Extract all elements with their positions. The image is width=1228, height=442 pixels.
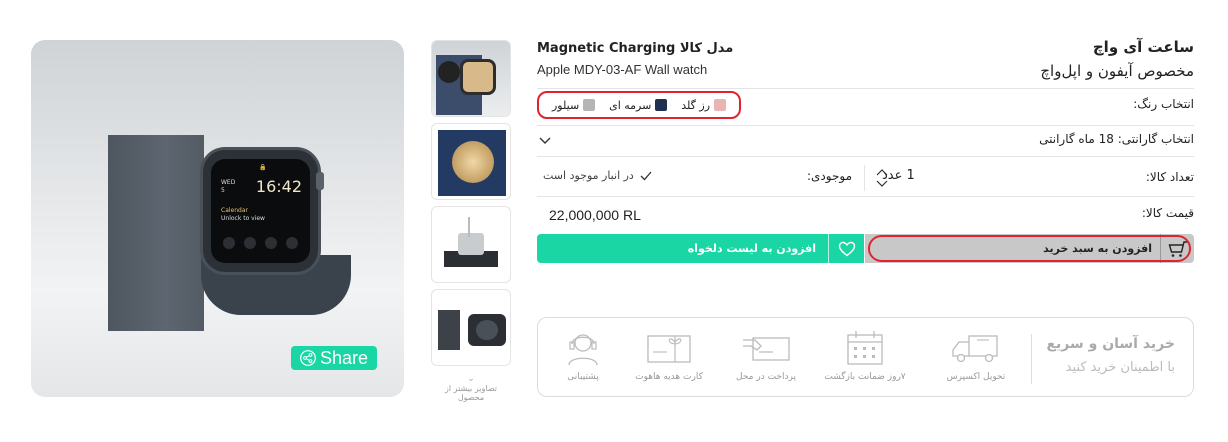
divider — [864, 165, 865, 191]
product-title: ساعت آی واچ — [1092, 38, 1194, 56]
warranty-value: 18 ماه گارانتی — [1039, 132, 1114, 146]
support-icon — [568, 334, 598, 366]
gift-card-icon — [647, 335, 691, 363]
color-option-navy[interactable]: سرمه ای — [609, 98, 668, 112]
feature-express-delivery: تحویل اکسپرس — [931, 330, 1021, 382]
watch-date-text: 5 — [221, 187, 225, 194]
thumbnail-1[interactable] — [431, 40, 511, 117]
chevron-down-icon[interactable] — [539, 137, 551, 145]
price-value: 22,000,000 RL — [549, 207, 641, 223]
color-option-label: سیلور — [551, 98, 580, 112]
share-label: Share — [319, 347, 369, 368]
charging-dock — [108, 135, 204, 331]
color-option-rose-gold[interactable]: رز گلد — [681, 98, 727, 112]
check-icon — [640, 171, 652, 180]
add-to-cart-button[interactable]: افزودن به سبد خرید — [865, 234, 1194, 263]
color-label: انتخاب رنگ: — [1133, 97, 1194, 111]
truck-icon — [952, 335, 998, 363]
watch-time: 16:42 — [255, 177, 302, 196]
cart-icon — [1160, 234, 1194, 263]
card-payment-icon — [743, 337, 790, 361]
color-swatch — [714, 99, 727, 111]
feature-gift-card: کارت هدیه هاهوت — [624, 330, 714, 382]
chevron-down-icon: ⌄ — [467, 374, 475, 384]
color-option-label: رز گلد — [681, 98, 711, 112]
share-icon — [300, 350, 316, 366]
feature-return-guarantee: ۷روز ضمانت بازگشت — [820, 330, 910, 382]
feature-label: ۷روز ضمانت بازگشت — [824, 372, 906, 382]
color-selector: رز گلد سرمه ای سیلور — [537, 91, 741, 119]
stock-status: در انبار موجود است — [543, 169, 652, 182]
watch-date: WED 5 — [221, 179, 235, 195]
divider — [1031, 334, 1032, 384]
features-heading: خرید آسان و سریع — [1046, 336, 1175, 352]
lock-icon: 🔒 — [259, 164, 267, 171]
feature-label: کارت هدیه هاهوت — [635, 372, 703, 382]
thumbnail-4[interactable] — [431, 289, 511, 366]
model-value: Apple MDY-03-AF Wall watch — [537, 62, 708, 77]
thumbnail-3[interactable] — [431, 206, 511, 283]
watch-screen: 🔒 WED 5 16:42 Calendar Unlock to view — [211, 159, 310, 263]
add-to-wishlist-label: افزودن به لیست دلخواه — [687, 242, 816, 255]
watch-body: 🔒 WED 5 16:42 Calendar Unlock to view — [203, 150, 318, 272]
more-images-label: تصاویر بیشتر از محصول — [445, 384, 497, 402]
feature-support: پشتیبانی — [538, 330, 628, 382]
model-label: مدل کالا Magnetic Charging — [537, 41, 734, 56]
features-subheading: با اطمینان خرید کنید — [1065, 360, 1175, 375]
feature-cash-on-delivery: پرداخت در محل — [721, 330, 811, 382]
divider — [537, 156, 1194, 157]
quantity-label: تعداد کالا: — [1145, 170, 1194, 184]
stock-label: موجودی: — [807, 169, 853, 183]
price-label: قیمت کالا: — [1141, 206, 1194, 220]
watch-calendar-complication: Calendar Unlock to view — [221, 207, 265, 223]
heart-icon — [828, 234, 864, 263]
thumbnail-2[interactable] — [431, 123, 511, 200]
divider — [537, 125, 1194, 126]
features-box: خرید آسان و سریع با اطمینان خرید کنید تح… — [537, 317, 1194, 397]
watch-calendar-text: Unlock to view — [221, 215, 265, 222]
watch-complications — [223, 237, 298, 251]
watch-day-text: WED — [221, 179, 236, 186]
divider — [537, 196, 1194, 197]
share-button[interactable]: Share — [291, 346, 377, 370]
feature-label: پرداخت در محل — [736, 372, 796, 382]
main-product-image[interactable]: 🔒 WED 5 16:42 Calendar Unlock to view Sh… — [31, 40, 404, 397]
color-option-label: سرمه ای — [609, 98, 652, 112]
color-swatch — [583, 99, 596, 111]
divider — [537, 88, 1194, 89]
feature-label: پشتیبانی — [567, 372, 599, 382]
color-swatch — [655, 99, 668, 111]
add-to-wishlist-button[interactable]: افزودن به لیست دلخواه — [537, 234, 864, 263]
calendar-icon — [847, 331, 883, 365]
product-subtitle: مخصوص آیفون و اپل‌واچ — [1040, 62, 1194, 80]
warranty-label: انتخاب گارانتی: — [1117, 132, 1194, 146]
add-to-cart-label: افزودن به سبد خرید — [1043, 242, 1152, 255]
quantity-stepper[interactable] — [876, 166, 888, 190]
feature-label: تحویل اکسپرس — [946, 372, 1006, 382]
stock-status-text: در انبار موجود است — [543, 169, 634, 182]
watch-crown — [316, 172, 324, 190]
more-images-link[interactable]: ⌄ تصاویر بیشتر از محصول — [431, 374, 511, 402]
warranty-select[interactable]: انتخاب گارانتی: 18 ماه گارانتی — [1039, 132, 1194, 146]
color-option-silver[interactable]: سیلور — [551, 98, 596, 112]
watch-calendar-title: Calendar — [221, 207, 248, 214]
